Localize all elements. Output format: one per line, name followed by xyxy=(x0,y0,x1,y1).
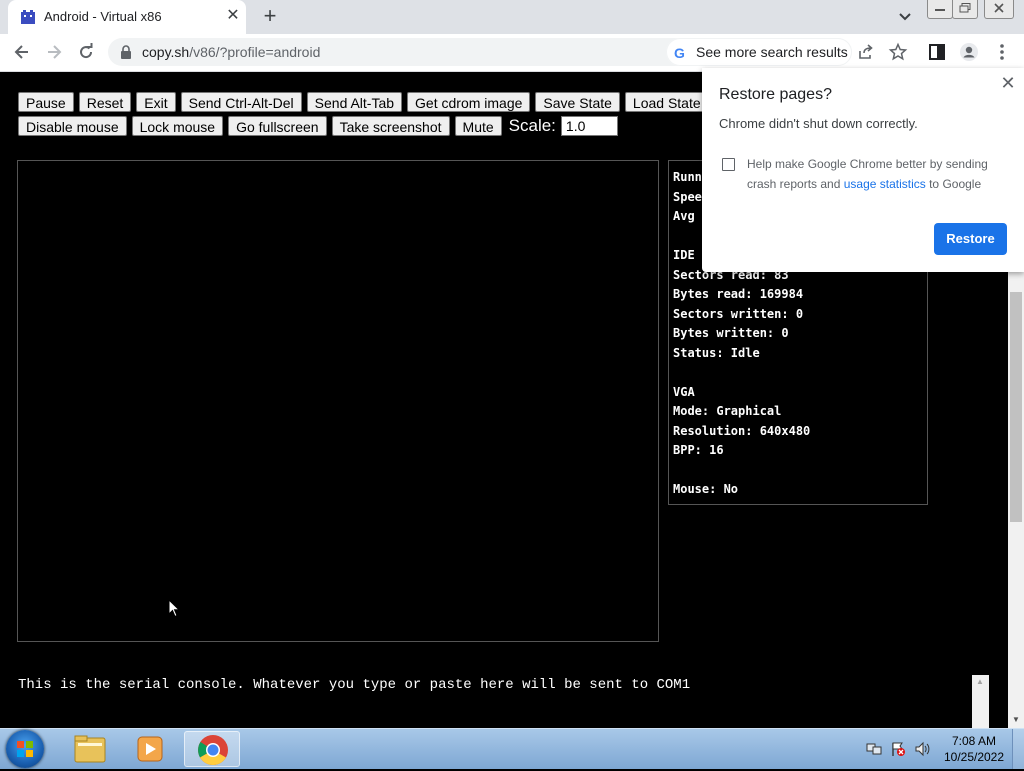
search-chip-label: See more search results xyxy=(696,44,848,60)
scroll-up-arrow-icon[interactable]: ▲ xyxy=(976,677,984,686)
chevron-down-icon[interactable] xyxy=(896,8,914,26)
restore-button[interactable]: Restore xyxy=(934,223,1007,255)
take-screenshot-button[interactable]: Take screenshot xyxy=(331,116,450,136)
forward-arrow-icon[interactable] xyxy=(44,42,64,62)
usage-statistics-link[interactable]: usage statistics xyxy=(844,177,926,191)
system-clock[interactable]: 7:08 AM 10/25/2022 xyxy=(942,733,1006,765)
restore-window-button[interactable] xyxy=(952,0,978,19)
stats-line: Bytes written: 0 xyxy=(673,326,789,340)
mute-button[interactable]: Mute xyxy=(454,116,502,136)
bookmark-star-icon[interactable] xyxy=(888,42,908,62)
volume-icon[interactable] xyxy=(914,741,930,757)
save-state-button[interactable]: Save State xyxy=(535,92,620,112)
minimize-button[interactable] xyxy=(927,0,953,19)
clock-time: 7:08 AM xyxy=(951,734,997,748)
google-g-icon: G xyxy=(674,45,685,61)
stats-line: VGA xyxy=(673,384,695,399)
chrome-taskbar-button[interactable] xyxy=(184,731,240,767)
stats-line xyxy=(673,461,923,481)
restore-pages-dialog: Restore pages? ✕ Chrome didn't shut down… xyxy=(702,68,1024,272)
new-tab-icon[interactable]: + xyxy=(258,5,282,29)
browser-tab[interactable]: Android - Virtual x86 ✕ xyxy=(8,0,246,34)
file-explorer-taskbar-button[interactable] xyxy=(62,731,118,767)
url-text: copy.sh/v86/?profile=android xyxy=(142,44,321,60)
scale-input[interactable] xyxy=(560,116,618,136)
control-buttons-row-2: Disable mouse Lock mouse Go fullscreen T… xyxy=(18,116,618,136)
windows-logo-icon xyxy=(17,741,33,757)
browser-toolbar: copy.sh/v86/?profile=android G See more … xyxy=(0,34,1024,72)
crash-report-checkbox[interactable] xyxy=(722,158,735,171)
action-center-flag-icon[interactable] xyxy=(890,741,906,757)
tab-title: Android - Virtual x86 xyxy=(44,9,162,24)
start-button[interactable] xyxy=(6,730,44,768)
disable-mouse-button[interactable]: Disable mouse xyxy=(18,116,127,136)
get-cdrom-image-button[interactable]: Get cdrom image xyxy=(407,92,531,112)
serial-console[interactable]: This is the serial console. Whatever you… xyxy=(17,675,974,728)
reset-button[interactable]: Reset xyxy=(78,92,132,112)
v86-favicon-icon xyxy=(21,10,35,24)
share-icon[interactable] xyxy=(856,42,876,62)
crash-report-text: Help make Google Chrome better by sendin… xyxy=(747,157,988,191)
control-buttons-row-1: Pause Reset Exit Send Ctrl-Alt-Del Send … xyxy=(18,92,742,112)
stats-line: Mode: Graphical xyxy=(673,404,782,418)
network-icon[interactable] xyxy=(866,741,882,757)
stats-line: Mouse: No xyxy=(673,482,739,496)
show-desktop-button[interactable] xyxy=(1012,729,1024,769)
tab-close-icon[interactable]: ✕ xyxy=(224,7,242,25)
windows-taskbar: 7:08 AM 10/25/2022 xyxy=(0,728,1024,769)
search-results-chip[interactable]: G See more search results xyxy=(666,38,852,66)
address-bar[interactable]: copy.sh/v86/?profile=android G See more … xyxy=(108,38,852,66)
stats-line xyxy=(673,363,923,383)
scrollbar-thumb[interactable] xyxy=(1010,292,1022,522)
side-panel-icon[interactable] xyxy=(927,42,947,62)
go-fullscreen-button[interactable]: Go fullscreen xyxy=(228,116,327,136)
clock-date: 10/25/2022 xyxy=(943,750,1005,764)
stats-line: Bytes read: 169984 xyxy=(673,287,804,301)
exit-button[interactable]: Exit xyxy=(136,92,176,112)
send-alt-tab-button[interactable]: Send Alt-Tab xyxy=(306,92,403,112)
more-menu-icon[interactable] xyxy=(992,42,1012,62)
close-window-button[interactable] xyxy=(984,0,1014,19)
dialog-close-icon[interactable]: ✕ xyxy=(999,74,1017,92)
media-player-icon xyxy=(137,736,163,762)
folder-icon xyxy=(74,735,106,763)
pause-button[interactable]: Pause xyxy=(18,92,74,112)
stats-line: Sectors written: 0 xyxy=(673,306,804,321)
emulator-screen[interactable] xyxy=(17,160,659,642)
mouse-cursor-icon xyxy=(168,599,180,618)
send-ctrl-alt-del-button[interactable]: Send Ctrl-Alt-Del xyxy=(180,92,302,112)
tab-strip: Android - Virtual x86 ✕ + xyxy=(0,0,1024,34)
lock-icon[interactable] xyxy=(120,45,132,59)
profile-avatar-icon[interactable] xyxy=(959,42,979,62)
stats-line: BPP: 16 xyxy=(673,443,724,457)
load-state-button[interactable]: Load State xyxy=(624,92,709,112)
media-player-taskbar-button[interactable] xyxy=(122,731,178,767)
back-arrow-icon[interactable] xyxy=(12,42,32,62)
stats-line: Status: Idle xyxy=(673,345,760,360)
dialog-title: Restore pages? xyxy=(719,86,832,103)
chrome-icon xyxy=(198,735,228,766)
reload-icon[interactable] xyxy=(76,42,96,62)
dialog-message: Chrome didn't shut down correctly. xyxy=(719,116,918,131)
scroll-down-arrow-icon[interactable]: ▼ xyxy=(1012,715,1020,724)
serial-console-scrollbar[interactable]: ▲ xyxy=(972,675,989,728)
stats-line: Resolution: 640x480 xyxy=(673,423,811,438)
scale-label: Scale: xyxy=(508,116,556,135)
lock-mouse-button[interactable]: Lock mouse xyxy=(131,116,224,136)
